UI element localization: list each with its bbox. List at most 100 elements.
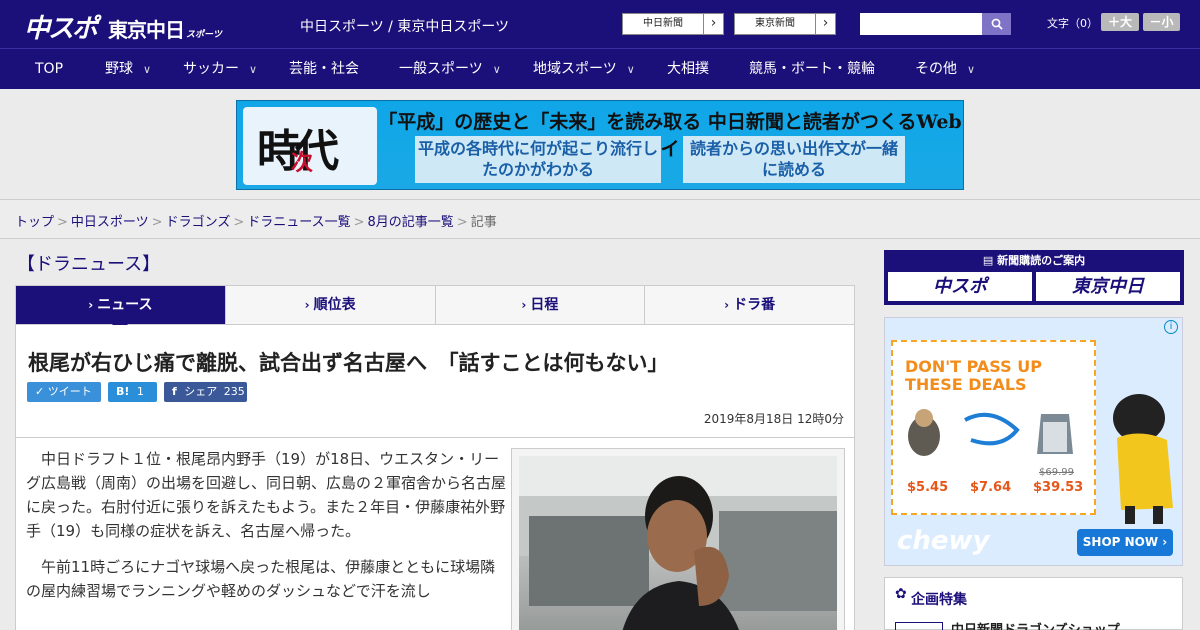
breadcrumb-link-top[interactable]: トップ [15,215,54,230]
ad-headline: DON'T PASS UP THESE DEALS [905,357,1042,394]
tab-label: 日程 [530,297,559,313]
article-body: 中日ドラフト１位・根尾昂内野手（19）が18日、ウエスタン・リーグ広島戦（周南）… [26,447,506,615]
chunichi-shimbun-label: 中日新聞 [643,18,683,29]
nav-item-entertainment[interactable]: 芸能・社会 [289,49,359,89]
tab-schedule[interactable]: › 日程 [434,286,645,324]
breadcrumb-bar: トップ > 中日スポーツ > ドラゴンズ > ドラニュース一覧 >8月の記事一覧 > 記事 [0,199,1200,239]
breadcrumb-link-dragons[interactable]: ドラゴンズ [166,215,231,230]
ad-price: $7.64 [970,480,1012,495]
nav-item-label: 一般スポーツ [399,61,483,77]
subscribe-chuspo-button[interactable]: 中スポ [888,272,1032,301]
nav-item-sumo[interactable]: 大相撲 [667,49,709,89]
player-photo-illustration [519,456,837,630]
chevron-down-icon: ∨ [249,63,258,76]
hatena-bookmark-button[interactable]: B! 1 [108,382,157,402]
ad-price: $5.45 [907,480,949,495]
chevron-right-icon: › [521,298,527,312]
nav-item-local-sports[interactable]: 地域スポーツ ∨ [533,49,635,89]
breadcrumb: トップ > 中日スポーツ > ドラゴンズ > ドラニュース一覧 >8月の記事一覧 > 記事 [15,211,497,230]
nav-item-general-sports[interactable]: 一般スポーツ ∨ [399,49,501,89]
chunichi-shimbun-link[interactable]: 中日新聞 › [622,13,724,35]
article-photo[interactable] [519,456,837,630]
search-button[interactable] [982,13,1011,35]
tweet-label: ツイート [47,385,92,398]
twitter-icon: ✓ [35,385,45,398]
nav-item-top[interactable]: TOP [35,49,63,89]
font-larger-button[interactable]: ＋大 [1101,13,1139,31]
tab-news[interactable]: › ニュース [16,286,225,333]
breadcrumb-current: 記事 [470,215,497,230]
chevron-right-icon: › [304,298,310,312]
font-smaller-button[interactable]: －小 [1143,13,1180,31]
tab-dora-ban[interactable]: › ドラ番 [644,286,854,324]
chevron-down-icon: ∨ [143,63,152,76]
breadcrumb-separator: > [57,215,68,230]
breadcrumb-link-august-list[interactable]: 8月の記事一覧 [368,215,454,230]
nav-item-label: 大相撲 [667,61,709,77]
nav-item-other[interactable]: その他 ∨ [915,49,975,89]
subscribe-tokyo-chunichi-button[interactable]: 東京中日 [1036,272,1180,301]
banner-box-right: 読者からの思い出作文が一緒に読める [683,136,905,183]
nav-item-label: 野球 [105,61,133,77]
article-date: 2019年8月18日 12時0分 [703,412,844,426]
facebook-share-button[interactable]: f シェア 235 [164,382,247,402]
feature-item-link[interactable]: 中日新聞ドラゴンズショップ [951,619,1120,630]
logo-sports-sub: スポーツ [186,30,222,40]
article-photo-frame [511,448,845,630]
breadcrumb-separator: > [151,215,163,230]
jidai-logo-sub: 次 [291,150,314,176]
tab-label: ニュース [97,297,153,313]
nav-item-label: 芸能・社会 [289,61,359,77]
tab-standings[interactable]: › 順位表 [224,286,435,324]
nav-item-racing[interactable]: 競馬・ボート・競輪 [749,49,875,89]
facebook-icon: f [172,385,177,398]
tweet-button[interactable]: ✓ ツイート [27,382,101,402]
logo-tokyo-chunichi: 東京中日 [108,18,185,42]
shop-now-button[interactable]: SHOP NOW › [1077,529,1173,556]
breadcrumb-separator: > [456,215,468,230]
breadcrumb-link-chunichi-sports[interactable]: 中日スポーツ [71,215,149,230]
tokyo-shimbun-label: 東京新聞 [755,18,795,29]
nav-item-label: サッカー [183,61,239,77]
share-count: 235 [223,385,245,398]
logo-chuspo: 中スポ [24,14,98,44]
dog-sweater-product [908,409,940,456]
dragons-tabs: › ニュース › 順位表 › 日程 › ドラ番 [15,285,855,333]
section-title: 【ドラニュース】 [17,254,161,275]
chewy-ad[interactable]: i DON'T PASS UP THESE DEALS $69.99 $5.45… [884,317,1183,566]
jidai-logo: 時代 次 [243,107,377,185]
feature-item-thumbnail [895,622,943,630]
banner-box-left: 平成の各時代に何が起こり流行したのかがわかる [415,136,661,183]
main-nav: TOP 野球 ∨ サッカー ∨ 芸能・社会 一般スポーツ ∨ 地域スポーツ ∨ 大相撲 … [0,48,1200,89]
bulldog-raincoat-image [1113,394,1173,524]
subscription-heading-text: 新聞購読のご案内 [997,254,1086,267]
hatena-count: 1 [136,385,144,398]
nav-item-baseball[interactable]: 野球 ∨ [105,49,151,89]
newspaper-icon: ▤ [982,254,994,267]
jidai-banner[interactable]: 時代 次 「平成」の歴史と「未来」を読み取る 中日新聞と読者がつくるWebサイト… [236,100,964,190]
nav-item-label: 地域スポーツ [533,61,617,77]
top-header: 中スポ 東京中日 スポーツ 中日スポーツ / 東京中日スポーツ 中日新聞 › 東… [0,0,1200,48]
search-input[interactable] [860,13,982,35]
breadcrumb-link-dora-news-list[interactable]: ドラニュース一覧 [247,215,350,230]
article-headline: 根尾が右ひじ痛で離脱、試合出ず名古屋へ 「話すことは何もない」 [28,351,669,375]
site-logo[interactable]: 中スポ 東京中日 スポーツ [24,8,222,44]
chevron-down-icon: ∨ [967,63,976,76]
search-icon [991,18,1003,30]
article: 根尾が右ひじ痛で離脱、試合出ず名古屋へ 「話すことは何もない」 ✓ ツイート B… [15,325,855,630]
nav-item-soccer[interactable]: サッカー ∨ [183,49,257,89]
chevron-right-icon: › [724,298,730,312]
chevron-right-icon: › [88,298,94,312]
chevron-down-icon: ∨ [492,63,501,76]
ad-price: $39.53 [1033,480,1084,495]
tokyo-shimbun-link[interactable]: 東京新聞 › [734,13,836,35]
leash-product [964,412,1020,446]
ad-info-icon[interactable]: i [1164,320,1178,334]
nav-item-label: その他 [915,61,957,77]
breadcrumb-separator: > [353,215,365,230]
chewy-logo: chewy [897,526,990,556]
ad-strike-price: $69.99 [1039,467,1074,478]
tab-label: 順位表 [313,297,356,313]
article-paragraph: 中日ドラフト１位・根尾昂内野手（19）が18日、ウエスタン・リーグ広島戦（周南）… [26,450,507,540]
hatena-icon: B! [116,385,130,398]
